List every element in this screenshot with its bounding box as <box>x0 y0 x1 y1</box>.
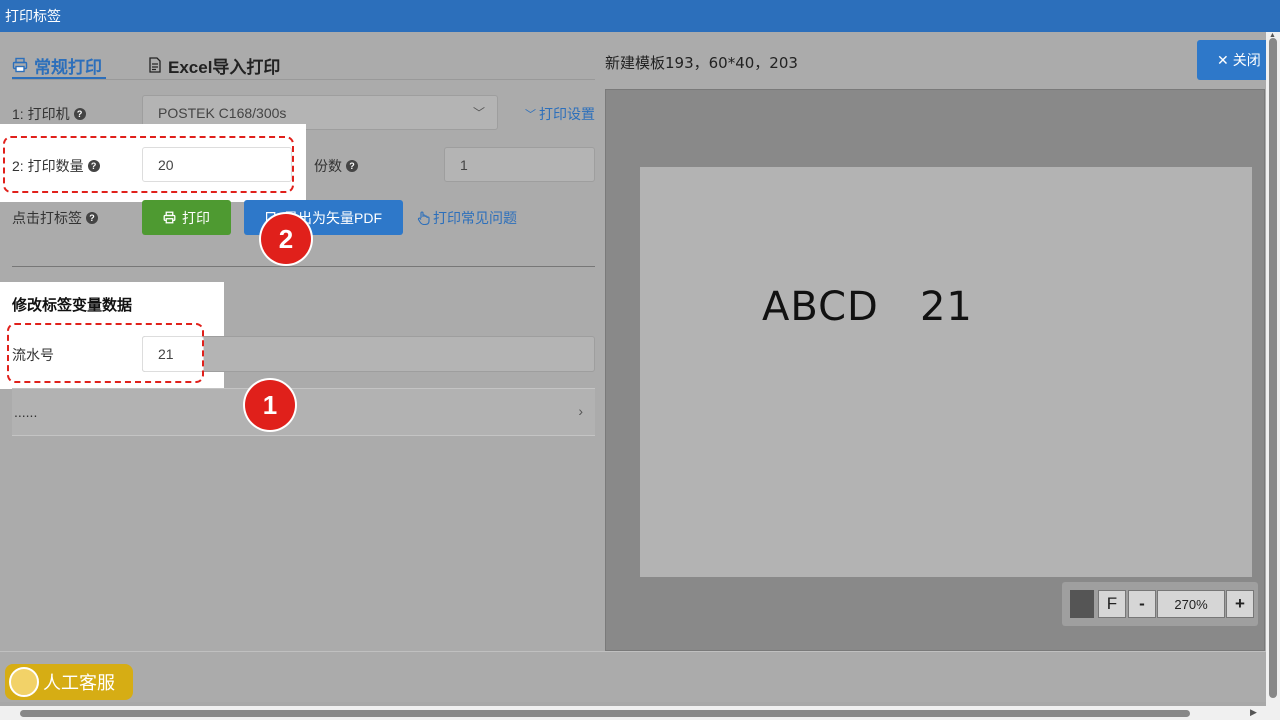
printer-label-text: 1: 打印机 <box>12 106 70 122</box>
headset-icon <box>9 667 39 697</box>
vertical-scroll-thumb[interactable] <box>1269 38 1277 698</box>
copies-input[interactable]: 1 <box>444 147 595 182</box>
vertical-scrollbar[interactable]: ▲ <box>1266 32 1280 720</box>
print-settings-link[interactable]: ﹀ 打印设置 <box>525 104 595 124</box>
printer-select-value: POSTEK C168/300s <box>158 104 287 121</box>
close-button[interactable]: ✕ 关闭 <box>1197 40 1266 80</box>
footer-divider <box>0 651 1266 652</box>
zoom-in-button[interactable]: + <box>1226 590 1254 618</box>
variables-section-title: 修改标签变量数据 <box>12 297 133 314</box>
copies-label: 份数 ? <box>314 156 358 176</box>
step-badge-2: 2 <box>261 214 311 264</box>
print-button[interactable]: 打印 <box>142 200 231 235</box>
tab-excel-import[interactable]: Excel导入打印 <box>148 50 280 80</box>
printer-icon <box>163 211 176 224</box>
scroll-right-icon[interactable]: ▶ <box>1250 707 1257 718</box>
document-icon <box>149 57 161 73</box>
quantity-highlight-box <box>3 136 294 193</box>
print-dialog: 常规打印 Excel导入打印 1: 打印机 ? POSTEK C168/300s… <box>0 32 1266 702</box>
customer-service-label: 人工客服 <box>43 673 115 693</box>
more-variables-label: ...... <box>14 404 38 420</box>
serial-input-track <box>142 336 595 372</box>
chevron-down-icon: ﹀ <box>472 106 485 120</box>
customer-service-button[interactable]: 人工客服 <box>5 664 133 700</box>
faq-link[interactable]: 打印常见问题 <box>417 208 517 228</box>
label-preview-panel: ABCD 21 F - 270% + <box>605 89 1265 651</box>
help-icon[interactable]: ? <box>86 212 98 224</box>
horizontal-scrollbar[interactable]: ▶ <box>0 706 1266 720</box>
copies-label-text: 份数 <box>314 158 342 174</box>
zoom-level: 270% <box>1157 590 1225 618</box>
tab-normal-print[interactable]: 常规打印 <box>12 50 102 80</box>
tab-excel-import-label: Excel导入打印 <box>168 57 281 77</box>
help-icon[interactable]: ? <box>346 160 358 172</box>
close-button-label: 关闭 <box>1232 52 1261 68</box>
step-badge-1: 1 <box>245 380 295 430</box>
tab-normal-print-label: 常规打印 <box>34 57 102 77</box>
more-variables-row[interactable]: ...... › <box>12 388 595 436</box>
horizontal-scroll-thumb[interactable] <box>20 710 1190 717</box>
chevron-down-icon: ﹀ <box>525 109 536 121</box>
hand-pointer-icon <box>417 211 430 225</box>
template-title: 新建模板193，60*40，203 <box>605 54 798 72</box>
zoom-out-button[interactable]: - <box>1128 590 1156 618</box>
help-icon[interactable]: ? <box>73 108 86 120</box>
zoom-toolbar: F - 270% + <box>1062 582 1258 626</box>
background-color-swatch[interactable] <box>1070 590 1094 618</box>
printer-icon <box>12 57 28 73</box>
label-canvas[interactable]: ABCD 21 <box>640 167 1252 577</box>
click-print-label-text: 点击打标签 <box>12 210 82 226</box>
serial-highlight-box <box>7 323 204 383</box>
zoom-fit-button[interactable]: F <box>1098 590 1126 618</box>
close-icon: ✕ <box>1217 51 1229 68</box>
faq-link-label: 打印常见问题 <box>433 210 517 226</box>
label-preview-text: ABCD 21 <box>762 284 973 330</box>
tabs-divider <box>12 79 595 80</box>
section-divider <box>12 266 595 267</box>
window-title: 打印标签 <box>0 0 1280 32</box>
printer-label: 1: 打印机 ? <box>12 104 86 124</box>
copies-input-value: 1 <box>460 156 468 173</box>
chevron-right-icon: › <box>578 403 583 419</box>
print-settings-label: 打印设置 <box>539 106 595 122</box>
click-print-label: 点击打标签 ? <box>12 208 98 228</box>
print-button-label: 打印 <box>182 209 210 226</box>
